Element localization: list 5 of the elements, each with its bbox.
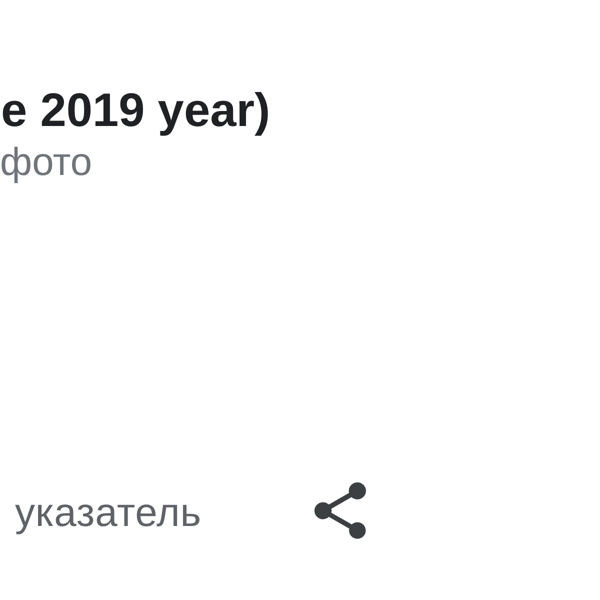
share-button[interactable] xyxy=(313,481,366,540)
share-icon xyxy=(313,481,366,540)
action-link[interactable]: указатель xyxy=(15,489,202,538)
photo-label: фото xyxy=(0,140,92,186)
place-title: e 2019 year) xyxy=(1,82,270,138)
